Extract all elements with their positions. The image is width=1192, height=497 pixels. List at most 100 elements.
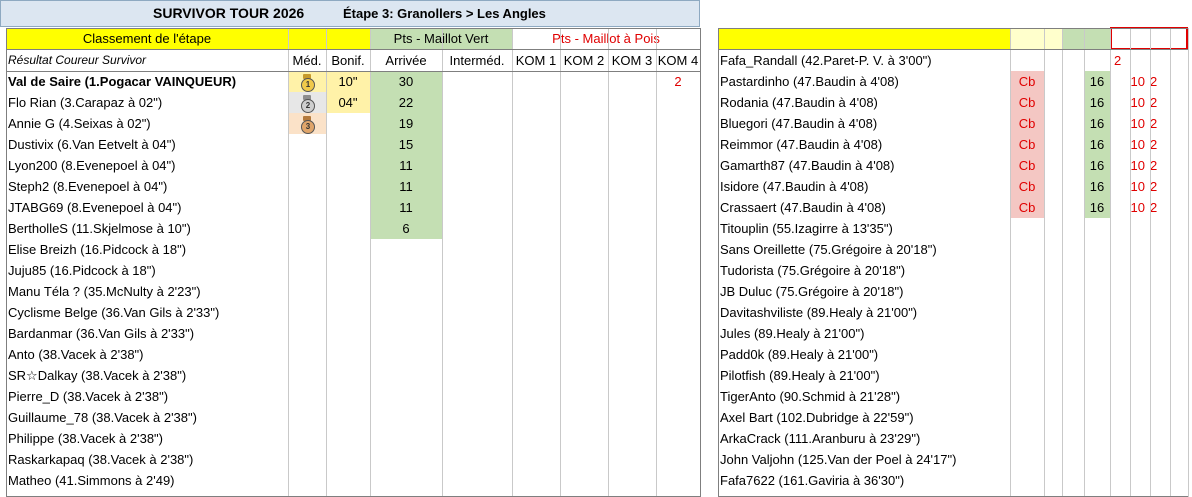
kom1-cell[interactable] — [512, 407, 560, 428]
kom4-cell[interactable] — [656, 176, 700, 197]
medal-cell[interactable] — [288, 323, 326, 344]
kom3-cell[interactable] — [608, 134, 656, 155]
kom-a-cell[interactable]: 10 — [1110, 71, 1148, 92]
cb-cell[interactable] — [1010, 449, 1044, 470]
rider-name[interactable]: Titouplin (55.Izagirre à 13'35") — [720, 218, 1010, 239]
kom2-cell[interactable] — [560, 470, 608, 491]
cb-cell[interactable]: Cb — [1010, 176, 1044, 197]
kom2-cell[interactable] — [560, 323, 608, 344]
rider-name[interactable]: Reimmor (47.Baudin à 4'08) — [720, 134, 1010, 155]
kom2-cell[interactable] — [560, 386, 608, 407]
intermed-cell[interactable] — [442, 239, 512, 260]
blank-cell[interactable] — [1044, 470, 1062, 491]
kom-a-cell[interactable] — [1110, 449, 1148, 470]
blank-cell[interactable] — [1044, 449, 1062, 470]
kom4-cell[interactable] — [656, 155, 700, 176]
kom-a-cell[interactable] — [1110, 281, 1148, 302]
medal-cell[interactable]: 1 — [288, 71, 326, 92]
rider-name[interactable]: John Valjohn (125.Van der Poel à 24'17") — [720, 449, 1010, 470]
cb-cell[interactable]: Cb — [1010, 155, 1044, 176]
rider-name[interactable]: Crassaert (47.Baudin à 4'08) — [720, 197, 1010, 218]
arrivee-cell[interactable] — [370, 449, 442, 470]
blank-cell-2[interactable] — [1062, 386, 1084, 407]
rider-name[interactable]: Dustivix (6.Van Eetvelt à 04") — [8, 134, 288, 155]
kom2-cell[interactable] — [560, 302, 608, 323]
rider-name[interactable]: Guillaume_78 (38.Vacek à 2'38") — [8, 407, 288, 428]
blank-cell-2[interactable] — [1062, 155, 1084, 176]
cb-cell[interactable] — [1010, 281, 1044, 302]
blank-cell[interactable] — [1044, 92, 1062, 113]
rider-name[interactable]: Pastardinho (47.Baudin à 4'08) — [720, 71, 1010, 92]
rider-name[interactable]: SR☆Dalkay (38.Vacek à 2'38") — [8, 365, 288, 386]
cb-cell[interactable] — [1010, 386, 1044, 407]
kom2-cell[interactable] — [560, 197, 608, 218]
bonif-cell[interactable] — [326, 323, 370, 344]
pts-cell[interactable] — [1084, 281, 1110, 302]
kom-b-cell[interactable] — [1148, 50, 1168, 71]
bonif-cell[interactable] — [326, 344, 370, 365]
intermed-cell[interactable] — [442, 176, 512, 197]
cb-cell[interactable]: Cb — [1010, 92, 1044, 113]
kom4-cell[interactable] — [656, 281, 700, 302]
kom2-cell[interactable] — [560, 281, 608, 302]
kom4-cell[interactable] — [656, 386, 700, 407]
pts-cell[interactable]: 16 — [1084, 71, 1110, 92]
blank-cell[interactable] — [1044, 50, 1062, 71]
kom1-cell[interactable] — [512, 323, 560, 344]
rider-name[interactable]: TigerAnto (90.Schmid à 21'28") — [720, 386, 1010, 407]
kom4-cell[interactable] — [656, 365, 700, 386]
medal-cell[interactable] — [288, 365, 326, 386]
intermed-cell[interactable] — [442, 113, 512, 134]
kom-a-cell[interactable]: 10 — [1110, 197, 1148, 218]
blank-cell[interactable] — [1044, 113, 1062, 134]
kom4-cell[interactable] — [656, 407, 700, 428]
medal-cell[interactable] — [288, 428, 326, 449]
rider-name[interactable]: Pilotfish (89.Healy à 21'00") — [720, 365, 1010, 386]
col-intermed[interactable]: Interméd. — [442, 50, 512, 71]
kom2-cell[interactable] — [560, 113, 608, 134]
kom-b-cell[interactable]: 2 — [1148, 71, 1168, 92]
kom-a-cell[interactable] — [1110, 365, 1148, 386]
pts-cell[interactable] — [1084, 428, 1110, 449]
arrivee-cell[interactable] — [370, 386, 442, 407]
kom-b-cell[interactable] — [1148, 449, 1168, 470]
rider-name[interactable]: Lyon200 (8.Evenepoel à 04") — [8, 155, 288, 176]
bonif-cell[interactable] — [326, 302, 370, 323]
kom-a-cell[interactable] — [1110, 323, 1148, 344]
blank-cell-2[interactable] — [1062, 302, 1084, 323]
medal-cell[interactable] — [288, 449, 326, 470]
right-header-yellow[interactable] — [718, 28, 1010, 49]
bonif-cell[interactable] — [326, 197, 370, 218]
kom4-cell[interactable] — [656, 113, 700, 134]
pts-cell[interactable] — [1084, 386, 1110, 407]
header-med-blank[interactable] — [288, 28, 326, 49]
pts-cell[interactable] — [1084, 50, 1110, 71]
bonif-cell[interactable] — [326, 260, 370, 281]
arrivee-cell[interactable]: 11 — [370, 197, 442, 218]
kom2-cell[interactable] — [560, 449, 608, 470]
cb-cell[interactable] — [1010, 50, 1044, 71]
kom-b-cell[interactable] — [1148, 302, 1168, 323]
kom-b-cell[interactable] — [1148, 407, 1168, 428]
pts-cell[interactable] — [1084, 302, 1110, 323]
rider-name[interactable]: JB Duluc (75.Grégoire à 20'18") — [720, 281, 1010, 302]
intermed-cell[interactable] — [442, 470, 512, 491]
pts-cell[interactable] — [1084, 260, 1110, 281]
rider-name[interactable]: Pierre_D (38.Vacek à 2'38") — [8, 386, 288, 407]
blank-cell-2[interactable] — [1062, 113, 1084, 134]
blank-cell[interactable] — [1044, 302, 1062, 323]
kom3-cell[interactable] — [608, 407, 656, 428]
rider-name[interactable]: Rodania (47.Baudin à 4'08) — [720, 92, 1010, 113]
kom2-cell[interactable] — [560, 155, 608, 176]
col-arrivee[interactable]: Arrivée — [370, 50, 442, 71]
cb-cell[interactable] — [1010, 302, 1044, 323]
medal-cell[interactable] — [288, 302, 326, 323]
right-header-cell-4[interactable] — [1084, 28, 1110, 49]
blank-cell-2[interactable] — [1062, 50, 1084, 71]
kom4-cell[interactable] — [656, 92, 700, 113]
kom-b-cell[interactable] — [1148, 281, 1168, 302]
arrivee-cell[interactable] — [370, 470, 442, 491]
blank-cell[interactable] — [1044, 260, 1062, 281]
rider-name[interactable]: Annie G (4.Seixas à 02") — [8, 113, 288, 134]
rider-name[interactable]: Jules (89.Healy à 21'00") — [720, 323, 1010, 344]
